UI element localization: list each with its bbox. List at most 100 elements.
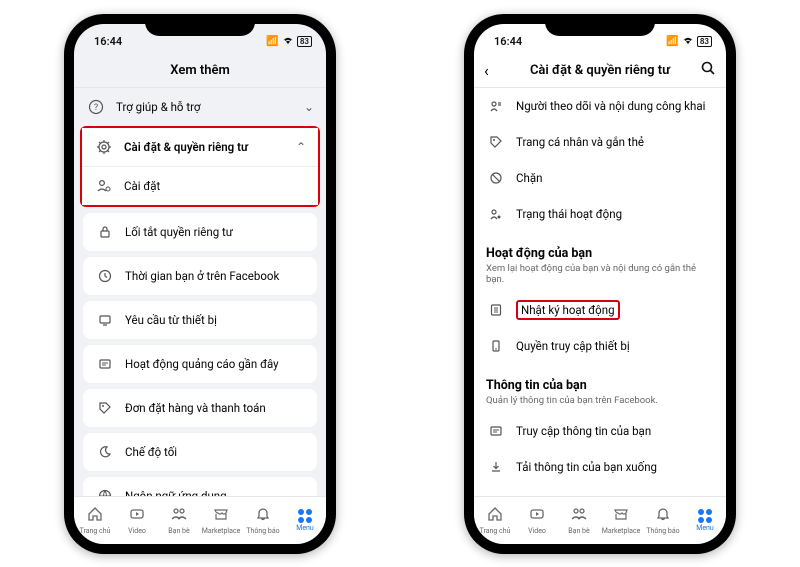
menu-help-support[interactable]: ? Trợ giúp & hỗ trợ ⌄ (74, 88, 326, 126)
menu-time-on-fb[interactable]: Thời gian bạn ở trên Facebook (83, 257, 317, 295)
highlight-settings-privacy: Cài đặt & quyền riêng tư ⌃ Cài đặt (80, 126, 320, 207)
clock-icon (95, 266, 115, 286)
status-time: 16:44 (88, 35, 122, 48)
content-left[interactable]: ? Trợ giúp & hỗ trợ ⌄ Cài đặt & quyền ri… (74, 88, 326, 496)
tab-notifications[interactable]: Thông báo (642, 497, 684, 544)
menu-device-access[interactable]: Quyền truy cập thiết bị (474, 328, 726, 364)
menu-active-status[interactable]: Trạng thái hoạt động (474, 196, 726, 232)
menu-label: Quyền truy cập thiết bị (516, 339, 630, 353)
menu-ad-activity[interactable]: Hoạt động quảng cáo gần đây (83, 345, 317, 383)
download-icon (486, 457, 506, 477)
screen-right: 16:44 📶 83 ‹ Cài đặt & quyền riêng tư Ng… (474, 24, 726, 544)
tab-bar: Trang chủ Video Bạn bè Marketplace Thông… (74, 496, 326, 544)
menu-device-requests[interactable]: Yêu cầu từ thiết bị (83, 301, 317, 339)
menu-label: Trang cá nhân và gắn thẻ (516, 135, 644, 149)
menu-settings-privacy[interactable]: Cài đặt & quyền riêng tư ⌃ (82, 128, 318, 167)
tab-video[interactable]: Video (516, 497, 558, 544)
menu-followers[interactable]: Người theo dõi và nội dung công khai (474, 88, 726, 124)
tab-label: Menu (696, 524, 714, 532)
status-icon (486, 204, 506, 224)
menu-label: Nhật ký hoạt động (521, 303, 615, 317)
marketplace-icon (613, 506, 629, 526)
menu-label: Lối tắt quyền riêng tư (125, 225, 233, 239)
back-icon[interactable]: ‹ (484, 61, 489, 80)
menu-label: Thời gian bạn ở trên Facebook (125, 269, 279, 283)
battery-icon: 83 (697, 36, 712, 47)
chevron-down-icon: ⌄ (304, 100, 314, 114)
menu-icon (698, 509, 712, 523)
tab-label: Bạn bè (568, 527, 589, 535)
menu-privacy-shortcut[interactable]: Lối tắt quyền riêng tư (83, 213, 317, 251)
friends-icon (171, 506, 187, 526)
page-title: Xem thêm (170, 63, 230, 78)
phone-left: 16:44 📶 83 Xem thêm ? Trợ giúp & hỗ trợ … (64, 14, 336, 554)
tab-marketplace[interactable]: Marketplace (200, 497, 242, 544)
status-indicators: 📶 83 (266, 35, 312, 48)
notch (545, 14, 655, 36)
phone-right: 16:44 📶 83 ‹ Cài đặt & quyền riêng tư Ng… (464, 14, 736, 554)
wifi-icon (282, 35, 294, 48)
key-icon (486, 336, 506, 356)
menu-dark-mode[interactable]: Chế độ tối (83, 433, 317, 471)
page-title: Cài đặt & quyền riêng tư (530, 63, 670, 78)
menu-transfer-copy[interactable]: Chuyển bản sao thông tin của bạn (474, 485, 726, 495)
notch (145, 14, 255, 36)
menu-access-info[interactable]: Truy cập thông tin của bạn (474, 413, 726, 449)
tab-menu[interactable]: Menu (284, 497, 326, 544)
menu-icon (298, 509, 312, 523)
tab-friends[interactable]: Bạn bè (158, 497, 200, 544)
tab-friends[interactable]: Bạn bè (558, 497, 600, 544)
menu-label: Đơn đặt hàng và thanh toán (125, 401, 266, 415)
menu-settings[interactable]: Cài đặt (82, 167, 318, 205)
block-icon (486, 168, 506, 188)
tab-label: Marketplace (202, 527, 241, 535)
followers-icon (486, 96, 506, 116)
menu-app-language[interactable]: Ngôn ngữ ứng dụng (83, 477, 317, 496)
tab-label: Trang chủ (480, 527, 511, 535)
tab-video[interactable]: Video (116, 497, 158, 544)
tab-home[interactable]: Trang chủ (74, 497, 116, 544)
menu-label: Cài đặt (124, 179, 160, 193)
tab-marketplace[interactable]: Marketplace (600, 497, 642, 544)
status-indicators: 📶 83 (666, 35, 712, 48)
content-right[interactable]: Người theo dõi và nội dung công khai Tra… (474, 88, 726, 496)
header: Xem thêm (74, 54, 326, 88)
battery-icon: 83 (297, 36, 312, 47)
menu-orders-payments[interactable]: Đơn đặt hàng và thanh toán (83, 389, 317, 427)
video-icon (129, 506, 145, 526)
menu-profile-tagging[interactable]: Trang cá nhân và gắn thẻ (474, 124, 726, 160)
tab-bar: Trang chủ Video Bạn bè Marketplace Thông… (474, 496, 726, 544)
tab-notifications[interactable]: Thông báo (242, 497, 284, 544)
menu-download-info[interactable]: Tải thông tin của bạn xuống (474, 449, 726, 485)
section-title: Hoạt động của bạn (486, 246, 714, 261)
menu-label: Tải thông tin của bạn xuống (516, 460, 657, 474)
search-icon[interactable] (700, 60, 716, 80)
menu-blocking[interactable]: Chặn (474, 160, 726, 196)
tab-label: Thông báo (646, 527, 679, 535)
device-icon (95, 310, 115, 330)
tab-label: Bạn bè (168, 527, 189, 535)
bell-icon (255, 506, 271, 526)
menu-label: Hoạt động quảng cáo gần đây (125, 357, 279, 371)
menu-label: Trợ giúp & hỗ trợ (116, 100, 200, 114)
wifi-icon (682, 35, 694, 48)
menu-label: Chặn (516, 171, 542, 185)
help-icon: ? (86, 97, 106, 117)
menu-label: Trạng thái hoạt động (516, 207, 622, 221)
video-icon (529, 506, 545, 526)
header: ‹ Cài đặt & quyền riêng tư (474, 54, 726, 88)
section-subtitle: Xem lại hoạt động của bạn và nội dung có… (486, 263, 714, 287)
menu-activity-log[interactable]: Nhật ký hoạt động (474, 292, 726, 328)
tab-label: Video (528, 527, 546, 535)
section-subtitle: Quản lý thông tin của bạn trên Facebook. (486, 395, 714, 407)
chevron-up-icon: ⌃ (296, 140, 306, 154)
tab-home[interactable]: Trang chủ (474, 497, 516, 544)
moon-icon (95, 442, 115, 462)
menu-group: Lối tắt quyền riêng tư (83, 213, 317, 251)
tab-label: Video (128, 527, 146, 535)
tab-label: Marketplace (602, 527, 641, 535)
menu-label: Truy cập thông tin của bạn (516, 424, 651, 438)
section-activity: Hoạt động của bạn Xem lại hoạt động của … (474, 246, 726, 293)
tab-menu[interactable]: Menu (684, 497, 726, 544)
svg-text:?: ? (94, 103, 98, 113)
